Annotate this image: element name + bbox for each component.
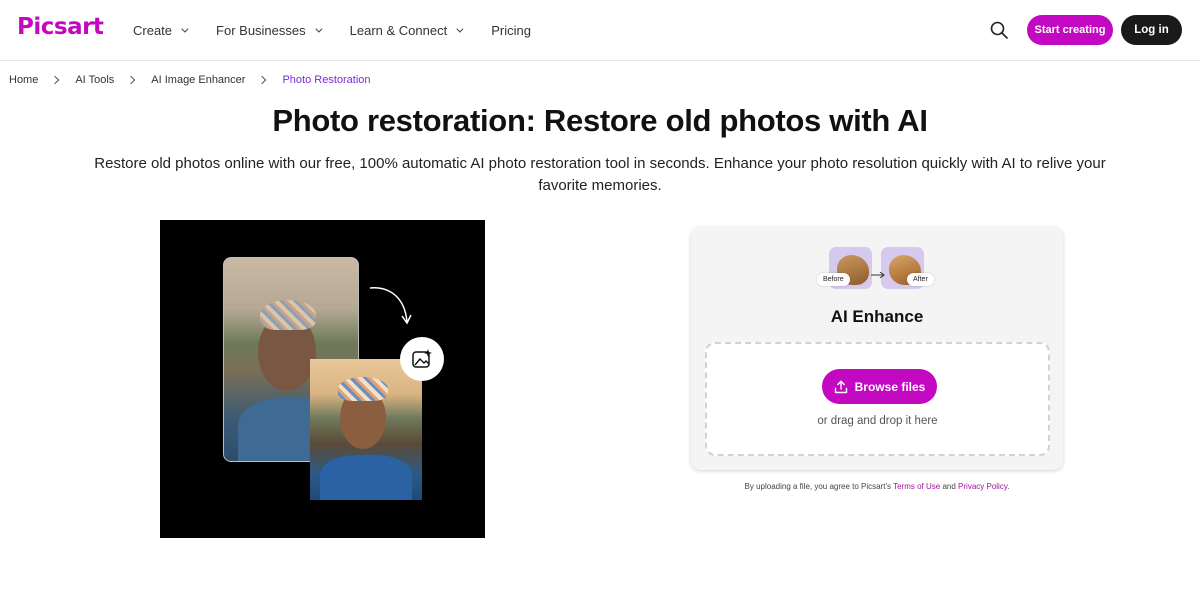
page-title: Photo restoration: Restore old photos wi… (272, 103, 928, 138)
start-creating-button[interactable]: Start creating (1027, 15, 1113, 45)
breadcrumb-home[interactable]: Home (9, 74, 38, 86)
chevron-right-icon (127, 75, 136, 85)
breadcrumb-ai-tools[interactable]: AI Tools (75, 74, 114, 86)
nav-item-label: Learn & Connect (349, 23, 448, 38)
after-tag: After (907, 273, 934, 286)
legal-text: By uploading a file, you agree to Picsar… (744, 482, 892, 491)
chevron-right-icon (51, 75, 60, 85)
browse-files-button[interactable]: Browse files (822, 369, 937, 404)
legal-and: and (942, 482, 956, 491)
nav-item-create[interactable]: Create (133, 23, 189, 38)
breadcrumb-photo-restoration: Photo Restoration (282, 74, 371, 86)
chevron-down-icon (456, 25, 464, 33)
nav-item-label: Pricing (491, 23, 531, 38)
chevron-down-icon (181, 25, 189, 33)
drop-hint: or drag and drop it here (817, 415, 938, 427)
breadcrumb: Home AI Tools AI Image Enhancer Photo Re… (9, 74, 371, 86)
privacy-link[interactable]: Privacy Policy. (958, 482, 1009, 491)
image-sparkle-icon (400, 337, 444, 381)
restoration-preview (160, 220, 485, 538)
picsart-logo[interactable]: Picsart (17, 14, 104, 40)
nav-item-learn-connect[interactable]: Learn & Connect (349, 23, 464, 38)
before-tag: Before (817, 273, 850, 286)
nav-item-for-businesses[interactable]: For Businesses (216, 23, 323, 38)
upload-card: Before After AI Enhance Browse files or … (691, 227, 1063, 470)
terms-link[interactable]: Terms of Use (893, 482, 940, 491)
curved-arrow-icon (369, 287, 412, 325)
legal-notice: By uploading a file, you agree to Picsar… (691, 482, 1063, 491)
card-title: AI Enhance (830, 307, 924, 326)
main-nav: Create For Businesses Learn & Connect Pr… (133, 0, 561, 61)
site-header: Picsart Create For Businesses Learn & Co… (0, 0, 1200, 61)
login-button[interactable]: Log in (1121, 15, 1182, 45)
nav-item-label: Create (133, 23, 173, 38)
nav-item-label: For Businesses (216, 23, 306, 38)
arrow-right-icon (871, 272, 885, 278)
search-icon[interactable] (989, 20, 1009, 40)
file-dropzone[interactable]: Browse files or drag and drop it here (705, 342, 1050, 456)
browse-files-label: Browse files (854, 379, 926, 394)
chevron-right-icon (258, 75, 267, 85)
nav-item-pricing[interactable]: Pricing (491, 23, 531, 38)
after-photo (310, 359, 422, 500)
page-subtitle: Restore old photos online with our free,… (94, 155, 1106, 194)
upload-icon (834, 380, 847, 393)
breadcrumb-ai-image-enhancer[interactable]: AI Image Enhancer (151, 74, 245, 86)
chevron-down-icon (315, 25, 323, 33)
